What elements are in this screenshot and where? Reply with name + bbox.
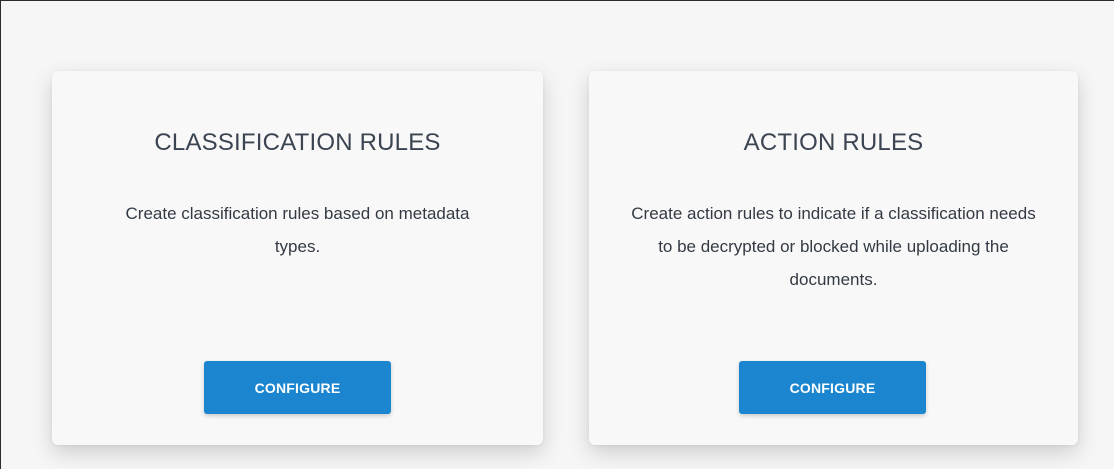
card-description: Create classification rules based on met… — [125, 204, 470, 256]
card-description: Create action rules to indicate if a cla… — [631, 204, 1036, 289]
configure-action-rules-button[interactable]: CONFIGURE — [739, 361, 926, 414]
classification-rules-card: CLASSIFICATION RULES Create classificati… — [52, 71, 543, 445]
card-title: ACTION RULES — [743, 129, 924, 156]
configure-classification-rules-button[interactable]: CONFIGURE — [204, 361, 391, 414]
card-title: CLASSIFICATION RULES — [154, 129, 441, 156]
action-rules-card: ACTION RULES Create action rules to indi… — [589, 71, 1078, 445]
rules-page: CLASSIFICATION RULES Create classificati… — [0, 0, 1114, 469]
